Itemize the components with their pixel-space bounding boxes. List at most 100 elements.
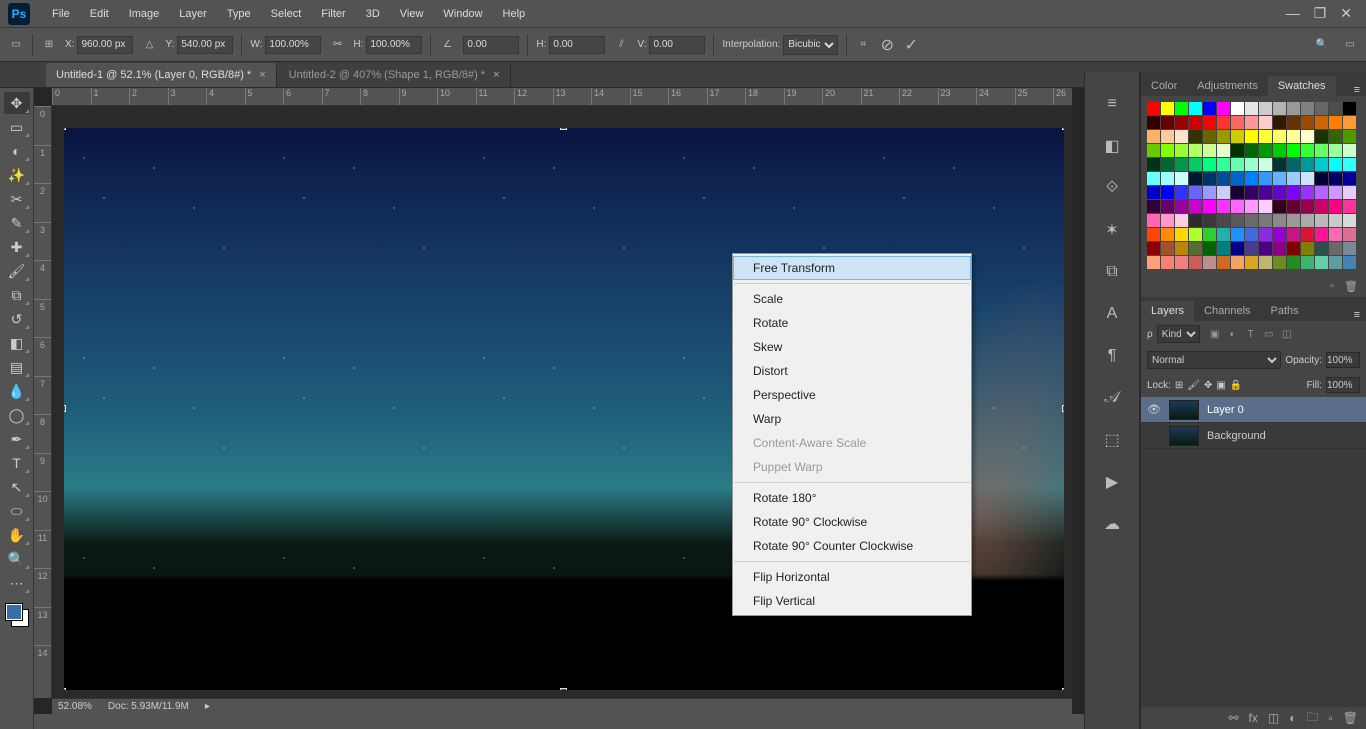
swatch[interactable] [1231, 256, 1244, 269]
gradient-tool[interactable]: ▤ [4, 356, 30, 378]
swatch[interactable] [1329, 130, 1342, 143]
swatch[interactable] [1217, 144, 1230, 157]
cancel-transform-button[interactable]: ⊘ [879, 37, 895, 53]
swatch[interactable] [1315, 228, 1328, 241]
swatch[interactable] [1147, 200, 1160, 213]
menu-layer[interactable]: Layer [169, 4, 217, 24]
brush-tool[interactable]: 🖌 [4, 260, 30, 282]
swatch[interactable] [1273, 102, 1286, 115]
pen-tool[interactable]: ✒ [4, 428, 30, 450]
swatch[interactable] [1301, 228, 1314, 241]
eraser-tool[interactable]: ◧ [4, 332, 30, 354]
swatch[interactable] [1329, 214, 1342, 227]
commit-transform-button[interactable]: ✓ [903, 37, 919, 53]
swatch[interactable] [1315, 172, 1328, 185]
swatch[interactable] [1273, 158, 1286, 171]
swatch[interactable] [1301, 158, 1314, 171]
swatch[interactable] [1231, 172, 1244, 185]
layer-row[interactable]: Background [1141, 423, 1366, 449]
swatch[interactable] [1343, 214, 1356, 227]
swatch[interactable] [1175, 158, 1188, 171]
layer-thumbnail[interactable] [1169, 426, 1199, 446]
edit-toolbar[interactable]: ⋯ [4, 572, 30, 594]
dodge-tool[interactable]: ◯ [4, 404, 30, 426]
swatch[interactable] [1147, 242, 1160, 255]
opacity-input[interactable] [1326, 352, 1360, 368]
swatch[interactable] [1189, 214, 1202, 227]
swatch[interactable] [1343, 200, 1356, 213]
warp-mode-icon[interactable]: ⌗ [855, 37, 871, 53]
swatch[interactable] [1231, 144, 1244, 157]
swatch[interactable] [1245, 172, 1258, 185]
swatch[interactable] [1287, 158, 1300, 171]
clone-source-panel-icon[interactable]: ⧉ [1100, 260, 1124, 284]
swatch[interactable] [1287, 116, 1300, 129]
swatch[interactable] [1315, 158, 1328, 171]
swatch[interactable] [1301, 242, 1314, 255]
swatch[interactable] [1175, 256, 1188, 269]
swatch[interactable] [1287, 256, 1300, 269]
swatch[interactable] [1217, 228, 1230, 241]
swatch[interactable] [1287, 200, 1300, 213]
swatch[interactable] [1315, 256, 1328, 269]
swatch[interactable] [1203, 172, 1216, 185]
document-tab[interactable]: Untitled-1 @ 52.1% (Layer 0, RGB/8#) *× [46, 63, 277, 87]
swatch[interactable] [1161, 116, 1174, 129]
swatch[interactable] [1203, 158, 1216, 171]
swatch[interactable] [1343, 130, 1356, 143]
marquee-tool[interactable]: ▭ [4, 116, 30, 138]
swatch[interactable] [1273, 116, 1286, 129]
swatch[interactable] [1273, 256, 1286, 269]
swatch[interactable] [1147, 130, 1160, 143]
swatch[interactable] [1161, 172, 1174, 185]
swatch[interactable] [1231, 228, 1244, 241]
paragraph-panel-icon[interactable]: ¶ [1100, 344, 1124, 368]
new-layer-icon[interactable]: ▫ [1329, 711, 1333, 725]
glyphs-panel-icon[interactable]: 𝒜 [1100, 386, 1124, 410]
layer-fx-icon[interactable]: fx [1249, 711, 1258, 725]
ctx-flip-vertical[interactable]: Flip Vertical [733, 589, 971, 613]
menu-view[interactable]: View [390, 4, 434, 24]
swatch[interactable] [1217, 242, 1230, 255]
path-selection-tool[interactable]: ↖ [4, 476, 30, 498]
swatch[interactable] [1245, 242, 1258, 255]
clone-stamp-tool[interactable]: ⧉ [4, 284, 30, 306]
swatch[interactable] [1217, 130, 1230, 143]
ctx-distort[interactable]: Distort [733, 359, 971, 383]
panel-tab-layers[interactable]: Layers [1141, 301, 1194, 321]
history-brush-tool[interactable]: ↺ [4, 308, 30, 330]
swatch[interactable] [1203, 102, 1216, 115]
swatch[interactable] [1259, 144, 1272, 157]
swatch[interactable] [1245, 116, 1258, 129]
panel-tab-swatches[interactable]: Swatches [1268, 76, 1336, 96]
swatch[interactable] [1189, 242, 1202, 255]
document-tab[interactable]: Untitled-2 @ 407% (Shape 1, RGB/8#) *× [279, 63, 511, 87]
swatch[interactable] [1161, 102, 1174, 115]
swatch[interactable] [1301, 172, 1314, 185]
swatch[interactable] [1301, 102, 1314, 115]
swatch[interactable] [1259, 116, 1272, 129]
w-input[interactable] [265, 36, 321, 54]
swatch[interactable] [1161, 214, 1174, 227]
swatch[interactable] [1343, 228, 1356, 241]
swatch[interactable] [1301, 186, 1314, 199]
filter-shape-icon[interactable]: ▭ [1262, 327, 1276, 341]
swatch[interactable] [1217, 256, 1230, 269]
delete-layer-icon[interactable]: 🗑 [1343, 711, 1358, 725]
swatch[interactable] [1147, 116, 1160, 129]
swatch[interactable] [1329, 158, 1342, 171]
link-layers-icon[interactable]: ⚯ [1228, 711, 1238, 725]
swatch[interactable] [1203, 242, 1216, 255]
filter-smart-icon[interactable]: ◫ [1280, 327, 1294, 341]
swatch[interactable] [1147, 144, 1160, 157]
swatch[interactable] [1329, 102, 1342, 115]
crop-tool[interactable]: ✂ [4, 188, 30, 210]
swatch[interactable] [1175, 130, 1188, 143]
hand-tool[interactable]: ✋ [4, 524, 30, 546]
swatches-grid[interactable] [1141, 96, 1366, 275]
zoom-tool[interactable]: 🔍 [4, 548, 30, 570]
tab-close-icon[interactable]: × [493, 69, 499, 81]
swatch[interactable] [1343, 186, 1356, 199]
swatch[interactable] [1231, 242, 1244, 255]
panel-menu-icon[interactable]: ≡ [1348, 309, 1366, 321]
